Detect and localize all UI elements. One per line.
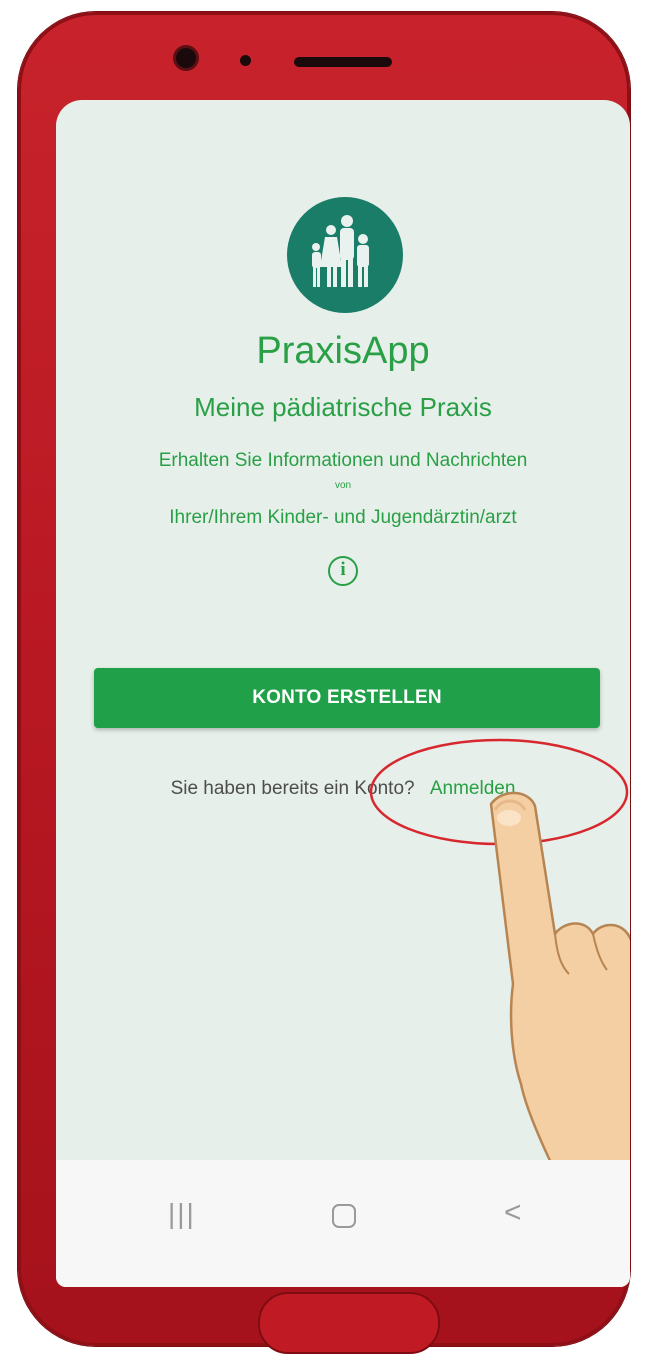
- info-text-line1: Erhalten Sie Informationen und Nachricht…: [158, 450, 528, 471]
- family-logo-icon: [287, 197, 403, 313]
- info-text-line2: Ihrer/Ihrem Kinder- und Jugendärztin/arz…: [169, 507, 517, 528]
- front-camera: [176, 48, 196, 68]
- create-account-button[interactable]: KONTO ERSTELLEN: [94, 668, 600, 728]
- app-title: PraxisApp: [256, 330, 430, 372]
- home-icon[interactable]: [332, 1204, 356, 1228]
- recent-apps-icon[interactable]: |||: [168, 1198, 196, 1230]
- proximity-sensor: [240, 55, 251, 66]
- info-text-von: von: [334, 480, 352, 491]
- pointing-hand-icon: [489, 791, 630, 1204]
- app-screen: PraxisApp Meine pädiatrische Praxis Erha…: [56, 100, 630, 1287]
- system-navbar: ||| <: [56, 1160, 630, 1287]
- app-subtitle: Meine pädiatrische Praxis: [194, 392, 492, 422]
- back-icon[interactable]: <: [504, 1196, 522, 1230]
- physical-home-button[interactable]: [258, 1292, 440, 1354]
- earpiece-speaker: [294, 57, 392, 67]
- info-icon[interactable]: i: [328, 556, 358, 586]
- phone-frame: PraxisApp Meine pädiatrische Praxis Erha…: [18, 12, 630, 1354]
